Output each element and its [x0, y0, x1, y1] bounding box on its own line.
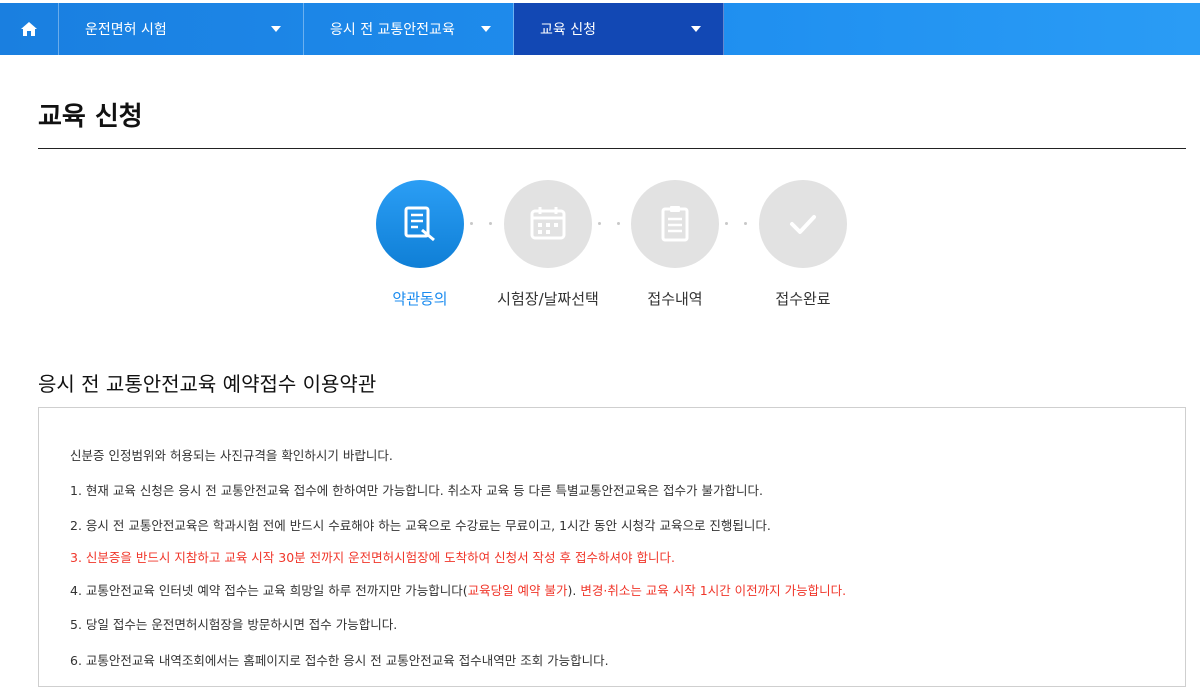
terms-item-4-change-notice: 변경·취소는 교육 시작 1시간 이전까지 가능합니다. [580, 583, 847, 598]
terms-item-2: 2. 응시 전 교통안전교육은 학과시험 전에 반드시 수료해야 하는 교육으로… [70, 518, 771, 533]
title-divider [38, 148, 1186, 149]
clipboard-list-icon [661, 206, 689, 242]
nav-menu-safety-education[interactable]: 응시 전 교통안전교육 [304, 3, 514, 55]
terms-item-4-warning: 교육당일 예약 불가 [467, 583, 568, 598]
home-button[interactable] [0, 3, 59, 55]
step-circle-terms [376, 180, 464, 268]
top-navigation-bar: 운전면허 시험 응시 전 교통안전교육 교육 신청 [0, 3, 1200, 55]
terms-item-4: 4. 교통안전교육 인터넷 예약 접수는 교육 희망일 하루 전까지만 가능합니… [70, 580, 846, 599]
home-icon [21, 22, 37, 36]
progress-steps: 약관동의 시험장/날짜선택 접수내역 접수완료 [0, 180, 1200, 310]
nav-menu-license-exam[interactable]: 운전면허 시험 [59, 3, 304, 55]
terms-item-4-text-end: ). [567, 583, 581, 598]
terms-content-box[interactable]: 신분증 인정범위와 허용되는 사진규격을 확인하시기 바랍니다. 1. 현재 교… [38, 407, 1186, 687]
nav-menu-label: 교육 신청 [540, 22, 596, 38]
step-circle-schedule [504, 180, 592, 268]
nav-menu-label: 운전면허 시험 [85, 22, 167, 38]
page-title: 교육 신청 [38, 102, 143, 132]
step-label-terms: 약관동의 [392, 290, 448, 308]
chevron-down-icon [691, 26, 701, 32]
step-circle-complete [759, 180, 847, 268]
step-label-schedule: 시험장/날짜선택 [497, 290, 599, 308]
document-edit-icon [404, 206, 435, 242]
terms-item-3: 3. 신분증을 반드시 지참하고 교육 시작 30분 전까지 운전면허시험장에 … [70, 550, 675, 565]
chevron-down-icon [271, 26, 281, 32]
terms-item-1: 1. 현재 교육 신청은 응시 전 교통안전교육 접수에 한하여만 가능합니다.… [70, 483, 763, 498]
terms-item-5: 5. 당일 접수는 운전면허시험장을 방문하시면 접수 가능합니다. [70, 617, 398, 632]
terms-intro: 신분증 인정범위와 허용되는 사진규격을 확인하시기 바랍니다. [70, 448, 393, 463]
nav-menu-education-apply[interactable]: 교육 신청 [514, 3, 724, 55]
terms-title: 응시 전 교통안전교육 예약접수 이용약관 [38, 372, 377, 396]
calendar-icon [530, 207, 566, 240]
step-label-receipt: 접수내역 [647, 290, 703, 308]
terms-item-4-text: 4. 교통안전교육 인터넷 예약 접수는 교육 희망일 하루 전까지만 가능합니… [70, 583, 468, 598]
check-icon [790, 215, 816, 234]
chevron-down-icon [481, 26, 491, 32]
nav-menu-label: 응시 전 교통안전교육 [330, 22, 455, 38]
terms-item-6: 6. 교통안전교육 내역조회에서는 홈페이지로 접수한 응시 전 교통안전교육 … [70, 653, 609, 668]
step-label-complete: 접수완료 [775, 290, 831, 308]
step-circle-receipt [631, 180, 719, 268]
